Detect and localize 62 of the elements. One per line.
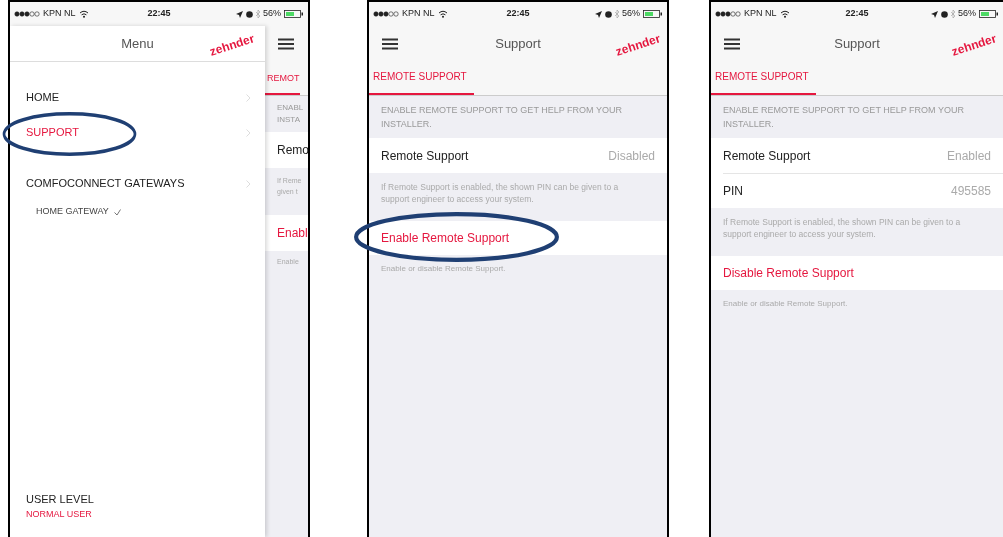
- section-header-text: ENABLE REMOTE SUPPORT TO GET HELP FROM YOUR INSTALLER.: [380, 104, 623, 131]
- note-text: Enable or disable Remote Support.: [722, 298, 849, 310]
- battery-percent: 56%: [263, 7, 281, 21]
- chevron-icon: [246, 179, 251, 188]
- wifi-icon: [437, 10, 448, 18]
- action-link[interactable]: Disable Remote Support: [711, 256, 1003, 290]
- note-text: Enable or disable Remote Support.: [380, 263, 507, 275]
- status-time: 22:45: [146, 7, 172, 21]
- signal-icon: [373, 11, 399, 17]
- location-icon: [236, 10, 243, 18]
- alarm-icon: [246, 10, 253, 18]
- battery-percent: 56%: [622, 7, 640, 21]
- user-level-label: USER LEVEL: [26, 492, 95, 507]
- row-label: Remo: [277, 142, 308, 159]
- signal-icon: [715, 11, 741, 17]
- note-text: If Remote Support is enabled, the shown PIN can be given to a support engineer to access your system.: [380, 181, 620, 206]
- section-header-text: INSTA: [277, 114, 301, 126]
- section-header-text: ENABL: [277, 102, 305, 114]
- location-icon: [595, 10, 602, 18]
- note-text: If Remote Support is enabled, the shown PIN can be given to a support engineer to access your system.: [722, 216, 962, 241]
- section-header-text: ENABLE REMOTE SUPPORT TO GET HELP FROM YOUR INSTALLER.: [722, 104, 965, 131]
- row-label: PIN: [723, 183, 743, 200]
- signal-icon: [14, 11, 40, 17]
- alarm-icon: [605, 10, 612, 18]
- gateway-item[interactable]: HOME GATEWAY: [10, 201, 265, 223]
- bluetooth-icon: [615, 10, 619, 18]
- menu-item[interactable]: SUPPORT: [10, 115, 265, 150]
- chevron-icon: [246, 93, 251, 102]
- row-value: Enabled: [946, 147, 991, 165]
- battery-percent: 56%: [958, 7, 976, 21]
- menu-title: Menu: [121, 34, 154, 53]
- battery-icon: [284, 10, 304, 18]
- brand-logo: zehnder: [613, 30, 663, 61]
- menu-item[interactable]: HOME: [10, 80, 265, 115]
- battery-icon: [643, 10, 663, 18]
- chevron-icon: [246, 128, 251, 137]
- menu-icon[interactable]: [278, 38, 294, 50]
- menu-icon[interactable]: [724, 38, 740, 50]
- brand-logo: zehnder: [949, 30, 999, 61]
- wifi-icon: [779, 10, 790, 18]
- screen-title: Support: [495, 35, 541, 54]
- status-time: 22:45: [844, 7, 870, 21]
- screen-title: Support: [834, 35, 880, 54]
- row-value: Disabled: [608, 147, 655, 165]
- bluetooth-icon: [256, 10, 260, 18]
- menu-item[interactable]: COMFOCONNECT GATEWAYS: [10, 166, 265, 201]
- wifi-icon: [78, 10, 89, 18]
- alarm-icon: [941, 10, 948, 18]
- carrier-name: KPN NL: [402, 7, 435, 21]
- user-level-value: NORMAL USER: [26, 507, 93, 521]
- row-value: 495585: [950, 183, 991, 200]
- row-label: Remote Support: [723, 147, 811, 165]
- carrier-name: KPN NL: [744, 7, 777, 21]
- battery-icon: [979, 10, 999, 18]
- location-icon: [931, 10, 938, 18]
- status-time: 22:45: [505, 7, 531, 21]
- bluetooth-icon: [951, 10, 955, 18]
- menu-icon[interactable]: [382, 38, 398, 50]
- row-label: Remote Support: [381, 147, 469, 165]
- brand-logo: zehnder: [207, 30, 257, 61]
- carrier-name: KPN NL: [43, 7, 76, 21]
- action-link[interactable]: Enable Remote Support: [369, 221, 667, 255]
